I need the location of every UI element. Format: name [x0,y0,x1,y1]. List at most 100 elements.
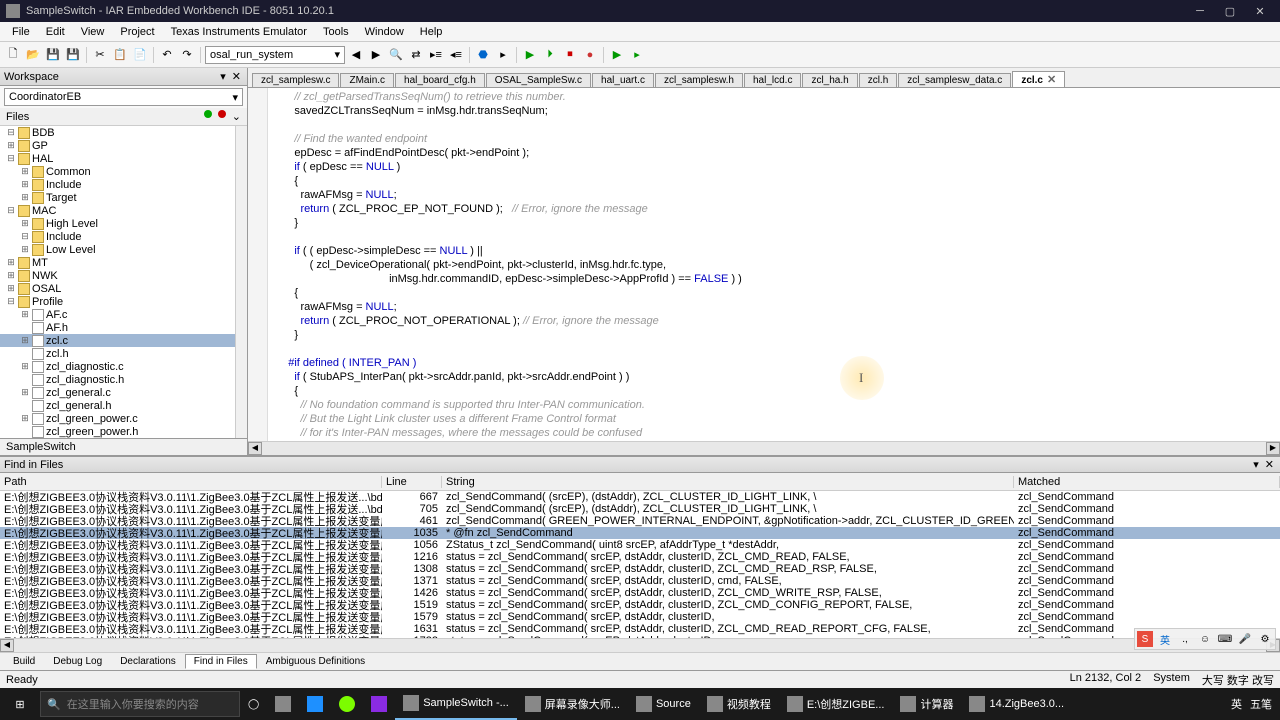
tree-item-high-level[interactable]: ⊞High Level [0,217,247,230]
expand-icon[interactable]: ⊟ [6,205,16,216]
expand-icon[interactable]: ⊞ [6,270,16,281]
tray-ime[interactable]: 五笔 [1250,696,1272,712]
ft-keyboard-icon[interactable]: ⌨ [1217,631,1233,647]
taskbar-app2[interactable] [331,688,363,720]
expand-icon[interactable]: ⊞ [20,387,30,398]
hscroll-left-icon[interactable]: ◀ [248,442,262,455]
bottom-tab-debug-log[interactable]: Debug Log [44,654,111,669]
tree-item-osal[interactable]: ⊞OSAL [0,282,247,295]
cut-icon[interactable]: ✂ [91,46,109,64]
taskbar-item[interactable]: SampleSwitch -... [395,688,517,720]
tree-scrollbar[interactable] [235,126,247,438]
taskbar-app1[interactable] [299,688,331,720]
download-icon[interactable]: ▶ [608,46,626,64]
file-tree[interactable]: ⊟BDB⊞GP⊟HAL⊞Common⊞Include⊞Target⊟MAC⊞Hi… [0,126,247,438]
tree-item-target[interactable]: ⊞Target [0,191,247,204]
tab-ZMain-c[interactable]: ZMain.c [340,73,394,87]
tab-close-icon[interactable]: ✕ [1047,74,1056,86]
ws-pin-icon[interactable]: ▾ [218,70,228,83]
menu-window[interactable]: Window [357,24,412,40]
tree-item-zcl-c[interactable]: ⊞zcl.c [0,334,247,347]
ft-comma-icon[interactable]: ., [1177,631,1193,647]
bottom-tab-find-in-files[interactable]: Find in Files [185,654,257,669]
menu-project[interactable]: Project [112,24,162,40]
stop-icon[interactable]: ⏹ [561,46,579,64]
expand-icon[interactable]: ⊟ [6,296,16,307]
tree-item-mt[interactable]: ⊞MT [0,256,247,269]
tree-item-nwk[interactable]: ⊞NWK [0,269,247,282]
tree-item-zcl-general-h[interactable]: zcl_general.h [0,399,247,412]
hscroll-track[interactable] [262,442,1266,455]
tab-hal-lcd-c[interactable]: hal_lcd.c [744,73,801,87]
bookmark-icon[interactable]: ▸≡ [427,46,445,64]
expand-icon[interactable]: ⊞ [20,244,30,255]
menu-edit[interactable]: Edit [38,24,73,40]
ws-close-icon[interactable]: ✕ [230,70,243,83]
tab-OSAL-SampleSw-c[interactable]: OSAL_SampleSw.c [486,73,591,87]
close-button[interactable]: ✕ [1246,2,1274,20]
open-icon[interactable]: 📂 [24,46,42,64]
ft-smile-icon[interactable]: ☺ [1197,631,1213,647]
expand-icon[interactable]: ⊞ [6,257,16,268]
dot-green-icon[interactable] [204,110,212,118]
ft-lang-icon[interactable]: 英 [1157,631,1173,647]
expand-icon[interactable]: ⊞ [20,309,30,320]
save-icon[interactable]: 💾 [44,46,62,64]
expand-icon[interactable]: ⊞ [6,283,16,294]
replace-icon[interactable]: ⇄ [407,46,425,64]
search-dropdown[interactable]: osal_run_system▾ [205,46,345,64]
taskbar-app3[interactable] [363,688,395,720]
bookmark-next-icon[interactable]: ◂≡ [447,46,465,64]
col-path[interactable]: Path [0,476,382,488]
ft-gear-icon[interactable]: ⚙ [1257,631,1273,647]
tree-item-mac[interactable]: ⊟MAC [0,204,247,217]
toggle-bp-icon[interactable]: ● [581,46,599,64]
files-expand-icon[interactable]: ⌄ [232,110,241,123]
fif-hscroll-track[interactable] [14,639,1266,652]
taskbar-item[interactable]: 计算器 [892,688,961,720]
tray-lang[interactable]: 英 [1231,696,1242,712]
tree-item-include[interactable]: ⊟Include [0,230,247,243]
redo-icon[interactable]: ↷ [178,46,196,64]
tab-zcl-samplesw-h[interactable]: zcl_samplesw.h [655,73,743,87]
copy-icon[interactable]: 📋 [111,46,129,64]
taskbar-item[interactable]: Source [628,688,699,720]
workspace-footer-tab[interactable]: SampleSwitch [0,438,247,455]
paste-icon[interactable]: 📄 [131,46,149,64]
find-icon[interactable]: 🔍 [387,46,405,64]
tree-item-zcl-diagnostic-c[interactable]: ⊞zcl_diagnostic.c [0,360,247,373]
config-dropdown[interactable]: CoordinatorEB▾ [4,88,243,106]
tree-item-hal[interactable]: ⊟HAL [0,152,247,165]
taskbar-item[interactable]: E:\创想ZIGBE... [779,688,893,720]
taskbar-item[interactable]: 视频教程 [699,688,779,720]
tree-item-include[interactable]: ⊞Include [0,178,247,191]
debug-icon[interactable]: ▸ [628,46,646,64]
tree-item-low-level[interactable]: ⊞Low Level [0,243,247,256]
code-editor[interactable]: // zcl_getParsedTransSeqNum() to retriev… [268,88,1280,441]
expand-icon[interactable]: ⊟ [20,231,30,242]
make-icon[interactable]: ⏵ [541,46,559,64]
hscroll-right-icon[interactable]: ▶ [1266,442,1280,455]
expand-icon[interactable]: ⊞ [20,413,30,424]
tree-item-profile[interactable]: ⊟Profile [0,295,247,308]
minimize-button[interactable]: ─ [1186,2,1214,20]
col-line[interactable]: Line [382,476,442,488]
maximize-button[interactable]: ▢ [1216,2,1244,20]
find-prev-icon[interactable]: ◀ [347,46,365,64]
menu-tools[interactable]: Tools [315,24,357,40]
taskbar-item[interactable]: 屏幕录像大师... [517,688,628,720]
start-button[interactable]: ⊞ [0,688,40,720]
tab-hal-uart-c[interactable]: hal_uart.c [592,73,654,87]
menu-file[interactable]: File [4,24,38,40]
gutter[interactable] [248,88,268,441]
menu-help[interactable]: Help [412,24,451,40]
find-next-icon[interactable]: ▶ [367,46,385,64]
expand-icon[interactable]: ⊞ [20,179,30,190]
nav-back-icon[interactable]: ⬣ [474,46,492,64]
tab-zcl-samplesw-c[interactable]: zcl_samplesw.c [252,73,339,87]
tree-item-gp[interactable]: ⊞GP [0,139,247,152]
tree-item-af-c[interactable]: ⊞AF.c [0,308,247,321]
nav-fwd-icon[interactable]: ▸ [494,46,512,64]
taskbar-app5[interactable] [267,688,299,720]
ft-mic-icon[interactable]: 🎤 [1237,631,1253,647]
